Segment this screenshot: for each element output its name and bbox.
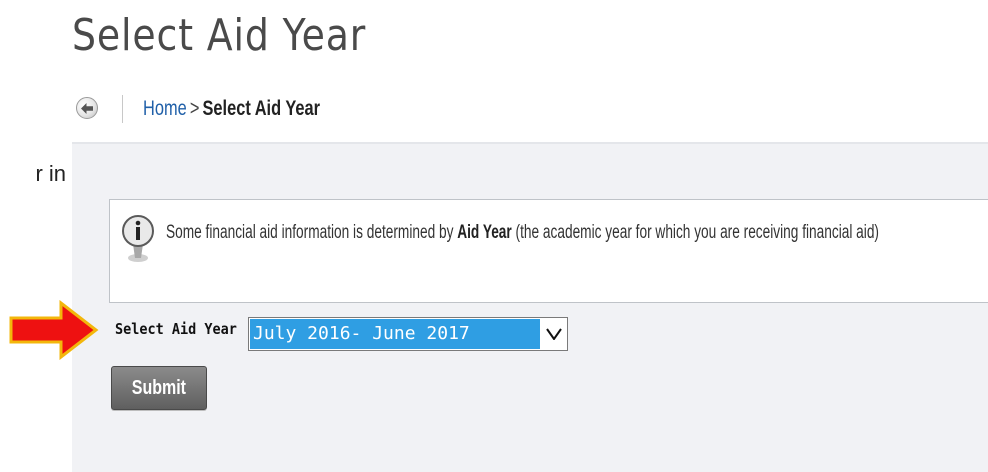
content-panel: [72, 142, 988, 472]
submit-button[interactable]: Submit: [111, 366, 207, 410]
info-message-text: Some financial aid information is determ…: [166, 222, 879, 244]
breadcrumb-separator: >: [189, 97, 200, 120]
info-message-box: Some financial aid information is determ…: [109, 199, 988, 303]
page-title: Select Aid Year: [72, 10, 367, 61]
info-text-bold: Aid Year: [457, 222, 512, 243]
dropdown-chevron-icon: [546, 328, 562, 340]
page-stage: Select Aid Year Home > Select Aid Year r i…: [0, 0, 988, 472]
breadcrumb-home-link[interactable]: Home: [143, 97, 187, 120]
back-arrow-icon: [81, 103, 93, 114]
select-aid-year-label: Select Aid Year: [115, 320, 237, 338]
aid-year-selected-value[interactable]: July 2016- June 2017: [250, 319, 540, 349]
submit-button-label: Submit: [131, 376, 187, 399]
dropdown-toggle[interactable]: [541, 318, 567, 350]
nav-divider: [122, 95, 123, 123]
aid-year-select[interactable]: July 2016- June 2017: [248, 317, 568, 351]
info-text-after: (the academic year for which you are rec…: [511, 222, 879, 243]
info-icon: [122, 215, 154, 262]
breadcrumb-current: Select Aid Year: [202, 97, 320, 120]
back-button[interactable]: [76, 97, 98, 119]
cropped-side-text: r in: [35, 161, 66, 186]
breadcrumb: Home > Select Aid Year: [143, 97, 320, 121]
info-text-before: Some financial aid information is determ…: [166, 222, 458, 243]
pointer-arrow-icon: [9, 300, 99, 360]
